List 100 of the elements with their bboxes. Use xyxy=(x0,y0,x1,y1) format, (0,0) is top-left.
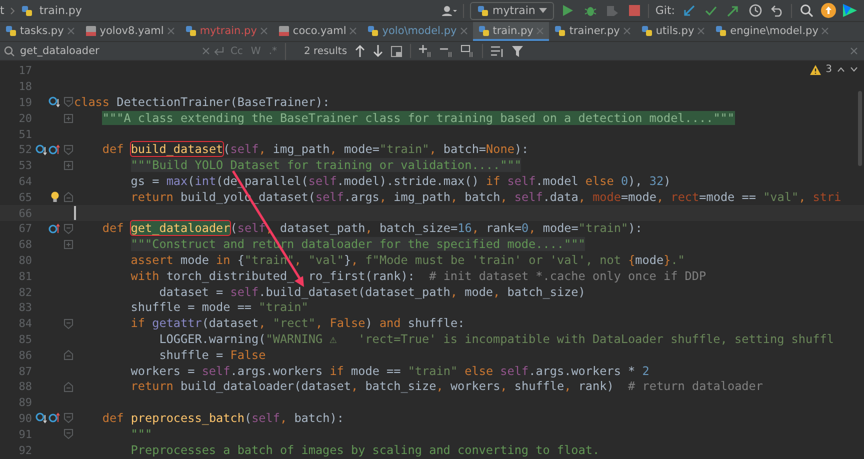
editor-tab[interactable]: utils.py xyxy=(636,22,710,41)
fold-marker-icon[interactable] xyxy=(64,429,72,440)
arrow-up-icon[interactable] xyxy=(355,45,366,57)
editor-tab[interactable]: trainer.py xyxy=(549,22,636,41)
close-icon[interactable] xyxy=(697,26,706,34)
code-line: Preprocesses a batch of images by scaling and converting to float. xyxy=(130,442,600,458)
line-number: 83 xyxy=(18,301,32,314)
code-line: workers = self.args.workers if mode == "train" else self.args.workers * 2 xyxy=(130,364,650,379)
code-line: def build_dataset(self, img_path, mode="train", batch=None): xyxy=(102,142,529,158)
fold-marker-icon[interactable] xyxy=(64,413,72,424)
filter-icon[interactable] xyxy=(512,46,524,56)
overriding-up-icon[interactable] xyxy=(48,412,60,424)
editor-tab[interactable]: yolov8.yaml xyxy=(80,22,180,41)
code-line: shuffle = mode == "train" xyxy=(130,300,308,316)
text-caret xyxy=(74,206,76,220)
python-file-icon xyxy=(21,4,34,16)
line-number: 87 xyxy=(18,364,32,378)
code-line: dataset = self.build_dataset(dataset_path, mode, batch_size) xyxy=(159,284,586,300)
stop-icon[interactable] xyxy=(628,5,640,16)
fold-marker-icon[interactable] xyxy=(64,224,72,234)
code-line: LOGGER.warning("WARNING ⚠ 'rect=True' is incompatible with DataLoader shuffle, setting shuffl xyxy=(159,332,834,347)
chevron-up-icon[interactable] xyxy=(837,67,845,72)
code-line: if getattr(dataset, "rect", False) and shuffle: xyxy=(130,316,465,332)
user-icon[interactable] xyxy=(440,4,457,16)
run-config-dropdown[interactable]: mytrain xyxy=(470,2,554,20)
python-file-icon xyxy=(184,24,197,36)
line-number: 92 xyxy=(18,444,32,457)
line-number: 81 xyxy=(18,270,32,283)
python-file-icon xyxy=(478,24,490,36)
expand-fold-icon[interactable] xyxy=(64,114,72,123)
line-number: 89 xyxy=(18,396,32,410)
editor-tab[interactable]: tasks.py xyxy=(0,22,80,41)
code-line: """ xyxy=(130,426,152,442)
chevron-down-icon[interactable] xyxy=(850,67,858,72)
line-number: 90 xyxy=(18,412,32,425)
arrow-down-icon[interactable] xyxy=(373,45,384,57)
arrow-up-right-icon[interactable] xyxy=(727,4,739,16)
fold-marker-icon[interactable] xyxy=(64,97,72,108)
close-icon[interactable] xyxy=(202,47,210,55)
python-file-icon xyxy=(554,24,566,36)
checkmark-icon[interactable] xyxy=(705,4,717,16)
select-all-icon[interactable] xyxy=(461,45,474,57)
python-file-icon xyxy=(367,24,380,36)
close-icon[interactable] xyxy=(460,26,468,34)
fold-marker-icon[interactable] xyxy=(64,192,72,202)
code-line: def preprocess_batch(self, batch): xyxy=(102,410,344,426)
close-icon[interactable] xyxy=(622,26,631,34)
editor-tab[interactable]: engine\model.py xyxy=(710,22,834,41)
yaml-file-icon xyxy=(278,24,290,36)
bug-icon[interactable] xyxy=(584,4,597,17)
expand-fold-icon[interactable] xyxy=(64,161,72,170)
newline-icon[interactable] xyxy=(214,46,224,56)
editor-tab[interactable]: yolo\model.py xyxy=(362,22,473,41)
breadcrumb[interactable]: train.py xyxy=(39,4,82,17)
window-icon[interactable] xyxy=(391,46,402,56)
code-line: shuffle = False xyxy=(159,348,266,363)
close-icon[interactable] xyxy=(850,47,858,55)
line-number: 91 xyxy=(18,428,32,441)
editor-tab[interactable]: train.py xyxy=(472,22,550,41)
close-icon[interactable] xyxy=(821,26,830,34)
arrow-down-left-icon[interactable] xyxy=(683,4,695,16)
close-icon[interactable] xyxy=(66,26,75,34)
implementing-down-icon[interactable] xyxy=(48,96,60,108)
list-icon[interactable] xyxy=(491,46,504,56)
line-number: 82 xyxy=(18,286,32,299)
warning-icon[interactable] xyxy=(810,64,821,74)
implementing-down-icon[interactable] xyxy=(35,144,47,156)
code-line: with torch_distributed_ ro_first(rank): # init dataset *.cache only once if DDP xyxy=(130,268,706,284)
line-number: 51 xyxy=(18,128,32,141)
add-occurrence-icon[interactable] xyxy=(419,45,432,57)
python-file-icon xyxy=(640,24,653,36)
lightbulb-icon[interactable] xyxy=(50,191,60,204)
line-number: 52 xyxy=(18,143,32,156)
code-line: class DetectionTrainer(BaseTrainer): xyxy=(74,94,330,110)
breadcrumb[interactable]: t xyxy=(0,4,4,17)
close-icon[interactable] xyxy=(349,26,358,34)
result-count: 2 results xyxy=(304,46,348,56)
fold-marker-icon[interactable] xyxy=(64,144,72,155)
warning-count[interactable]: 3 xyxy=(826,64,832,75)
line-number: 53 xyxy=(18,159,32,172)
implementing-down-icon[interactable] xyxy=(35,412,47,424)
close-icon[interactable] xyxy=(166,26,175,34)
line-number: 68 xyxy=(18,238,32,252)
fold-marker-icon[interactable] xyxy=(64,382,72,392)
undo-icon[interactable] xyxy=(770,4,784,16)
search-icon[interactable] xyxy=(800,4,812,17)
line-number: 20 xyxy=(18,112,32,125)
line-number: 17 xyxy=(18,64,32,78)
close-icon[interactable] xyxy=(260,26,268,34)
overriding-up-icon[interactable] xyxy=(48,144,60,156)
fold-marker-icon[interactable] xyxy=(64,350,72,360)
fold-marker-icon[interactable] xyxy=(64,318,72,329)
overriding-up-icon[interactable] xyxy=(48,222,60,235)
run-icon[interactable] xyxy=(563,5,574,16)
git-label: Git: xyxy=(655,4,675,17)
editor-tab[interactable]: coco.yaml xyxy=(272,22,362,41)
code-line: return build_dataloader(dataset, batch_size, workers, shuffle, rank) # return dataloader xyxy=(130,379,763,394)
clock-icon[interactable] xyxy=(748,4,762,17)
line-number: 19 xyxy=(18,96,32,109)
expand-fold-icon[interactable] xyxy=(64,240,72,250)
